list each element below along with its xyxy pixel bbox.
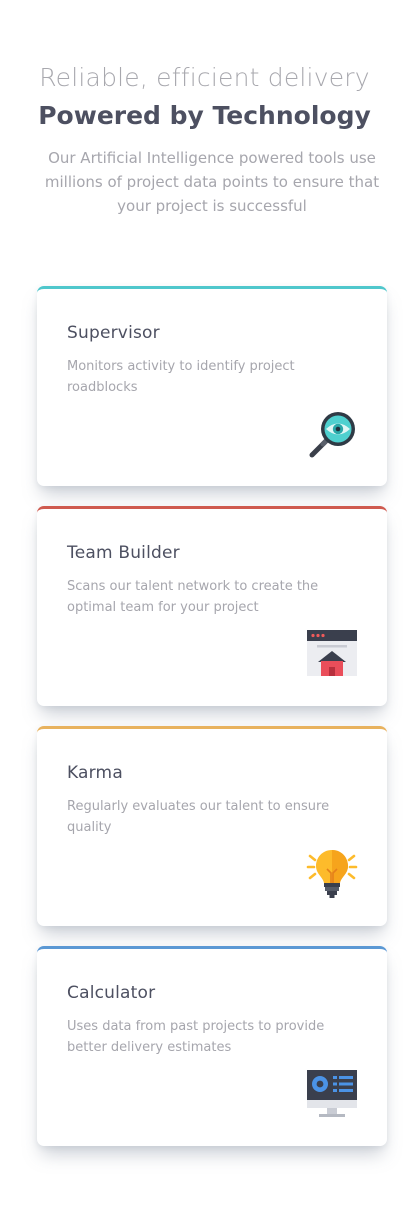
card-title: Calculator [67, 983, 156, 1003]
section-intro: Our Artificial Intelligence powered tool… [44, 149, 380, 215]
card-title: Supervisor [67, 323, 160, 343]
feature-card-team-builder: Team Builder Scans our talent network to… [37, 506, 387, 706]
monitor-dashboard-icon [307, 1070, 357, 1117]
browser-house-icon [307, 630, 357, 676]
section-headline: Powered by Technology [38, 101, 371, 130]
card-description: Monitors activity to identify project ro… [67, 359, 295, 395]
card-description: Regularly evaluates our talent to ensure… [67, 799, 330, 835]
magnifier-eye-icon [309, 412, 355, 458]
section-tagline: Reliable, efficient delivery [39, 63, 370, 92]
feature-card-calculator: Calculator Uses data from past projects … [37, 946, 387, 1146]
lightbulb-icon [306, 850, 358, 898]
card-description: Scans our talent network to create the o… [67, 579, 319, 615]
card-title: Karma [67, 763, 123, 783]
card-description: Uses data from past projects to provide … [67, 1019, 325, 1055]
card-title: Team Builder [67, 543, 180, 563]
feature-card-karma: Karma Regularly evaluates our talent to … [37, 726, 387, 926]
feature-card-supervisor: Supervisor Monitors activity to identify… [37, 286, 387, 486]
